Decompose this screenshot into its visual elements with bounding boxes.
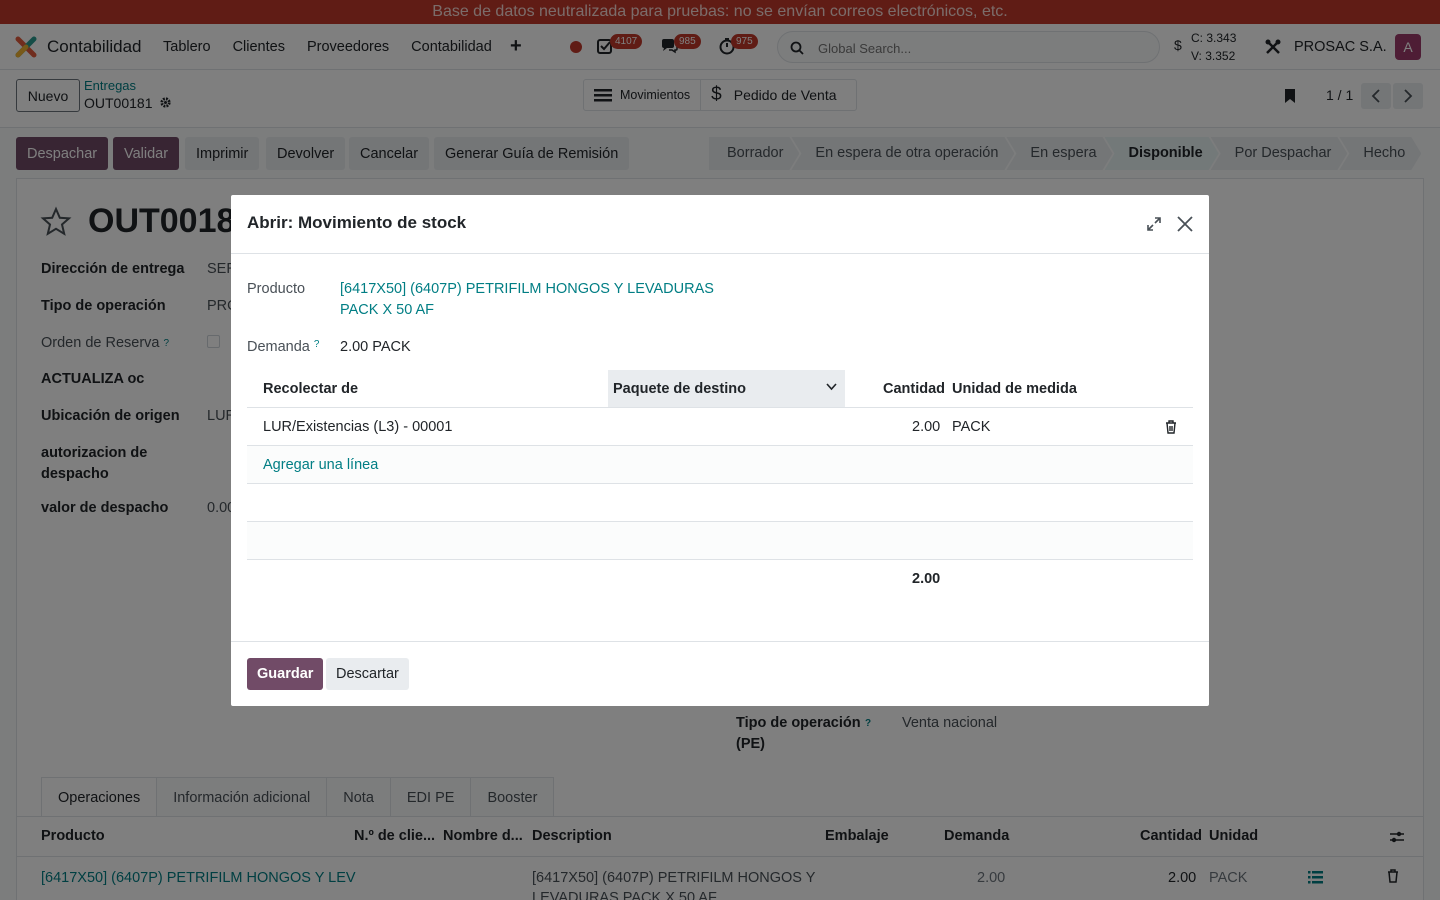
dialog-row-divider: [247, 559, 1193, 560]
dialog-footer: Guardar Descartar: [231, 641, 1209, 706]
dialog-quantity-total: 2.00: [912, 571, 941, 587]
close-icon[interactable]: [1176, 215, 1194, 233]
help-icon[interactable]: ?: [314, 339, 320, 350]
dialog-row-pick-from[interactable]: LUR/Existencias (L3) - 00001: [263, 419, 452, 435]
dialog-product-link[interactable]: [6417X50] (6407P) PETRIFILM HONGOS Y LEV…: [340, 279, 714, 321]
dialog-header: Abrir: Movimiento de stock: [231, 195, 1209, 254]
dialog-col-uom[interactable]: Unidad de medida: [952, 381, 1077, 397]
dialog-col-quantity[interactable]: Cantidad: [883, 381, 945, 397]
dialog-col-dest-package[interactable]: Paquete de destino: [608, 370, 845, 407]
dialog-add-line-row: [247, 446, 1193, 484]
dialog-demand-label: Demanda ?: [247, 339, 320, 355]
dialog-row-uom[interactable]: PACK: [952, 419, 990, 435]
chevron-down-icon: [826, 383, 837, 391]
stock-move-dialog: Abrir: Movimiento de stock Producto [641…: [231, 195, 1209, 706]
delete-line-trash-icon[interactable]: [1165, 420, 1177, 434]
discard-button[interactable]: Descartar: [326, 658, 409, 690]
dialog-table-header-divider: [247, 407, 1193, 408]
dialog-empty-row: [247, 522, 1193, 560]
dialog-product-label: Producto: [247, 281, 306, 297]
dialog-demand-value: 2.00 PACK: [340, 339, 411, 355]
dialog-title: Abrir: Movimiento de stock: [247, 213, 467, 232]
dialog-row-quantity[interactable]: 2.00: [912, 419, 940, 435]
dialog-add-line-link[interactable]: Agregar una línea: [263, 457, 378, 473]
save-button[interactable]: Guardar: [247, 658, 324, 690]
dialog-row-divider: [247, 483, 1193, 484]
expand-icon[interactable]: [1146, 216, 1162, 232]
dialog-col-pick-from[interactable]: Recolectar de: [263, 381, 358, 397]
